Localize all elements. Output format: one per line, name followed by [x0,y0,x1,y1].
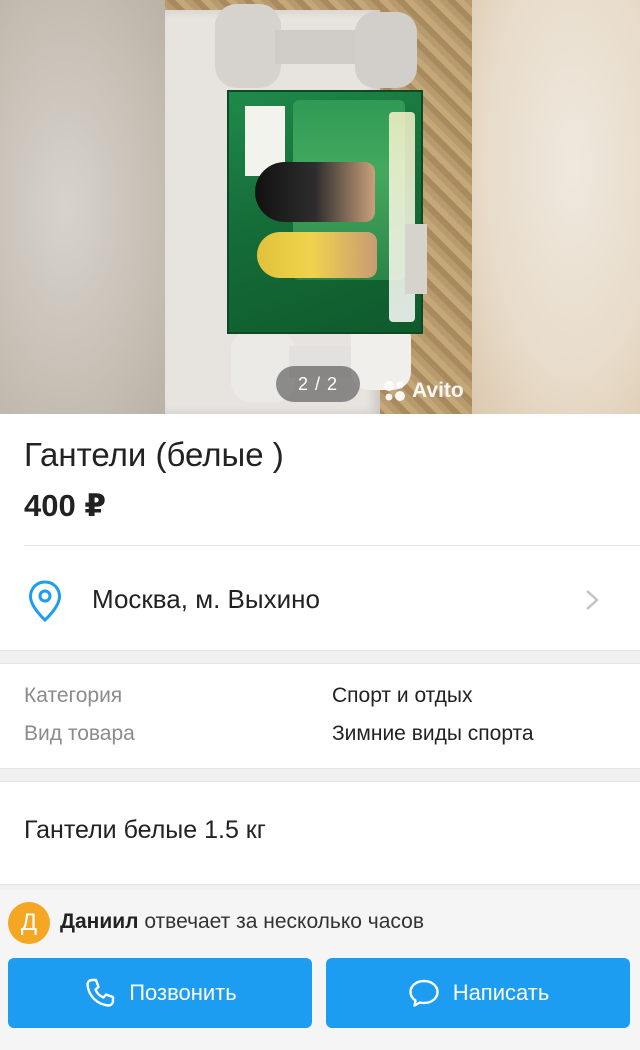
message-button-label: Написать [452,980,550,1005]
listing-photo[interactable] [165,0,472,414]
chat-bubble-icon [408,979,439,1007]
call-button[interactable]: Позвонить [8,958,312,1028]
seller-name[interactable]: Даниил [60,910,138,933]
avito-logo-icon [384,381,405,401]
chevron-right-icon [586,590,599,610]
listing-title: Гантели (белые ) [24,436,284,473]
divider [24,545,640,546]
photo-counter: 2 / 2 [276,366,360,402]
section-separator [0,650,640,664]
param-key: Вид товара [24,722,135,745]
param-value: Зимние виды спорта [332,722,534,745]
seller-bar: Д Даниил отвечает за несколько часов Поз… [0,890,640,1050]
param-key: Категория [24,684,123,707]
message-button[interactable]: Написать [326,958,630,1028]
seller-response-time: отвечает за несколько часов [144,910,425,933]
listing-description: Гантели белые 1.5 кг [24,816,266,844]
seller-avatar[interactable]: Д [8,902,50,944]
gallery-blur-right [472,0,640,414]
location-row[interactable]: Москва, м. Выхино [0,548,640,650]
photo-dumbbell [215,4,420,88]
param-value: Спорт и отдых [332,684,473,707]
param-row: Категория Спорт и отдых [0,684,640,720]
avito-watermark: Avito [382,378,464,404]
seller-info: Даниил отвечает за несколько часов [60,910,424,934]
watermark-text: Avito [412,379,464,402]
section-separator [0,768,640,782]
location-pin-icon [28,580,62,622]
phone-icon [86,978,115,1007]
item-params: Категория Спорт и отдых Вид товара Зимни… [0,664,640,768]
param-row: Вид товара Зимние виды спорта [0,722,640,758]
gallery-blur-left [0,0,165,414]
location-text: Москва, м. Выхино [92,584,320,614]
photo-dumbbell-box [227,90,427,334]
call-button-label: Позвонить [129,980,237,1005]
photo-gallery[interactable]: 2 / 2 Avito [0,0,640,414]
listing-price: 400 ₽ [24,488,106,523]
